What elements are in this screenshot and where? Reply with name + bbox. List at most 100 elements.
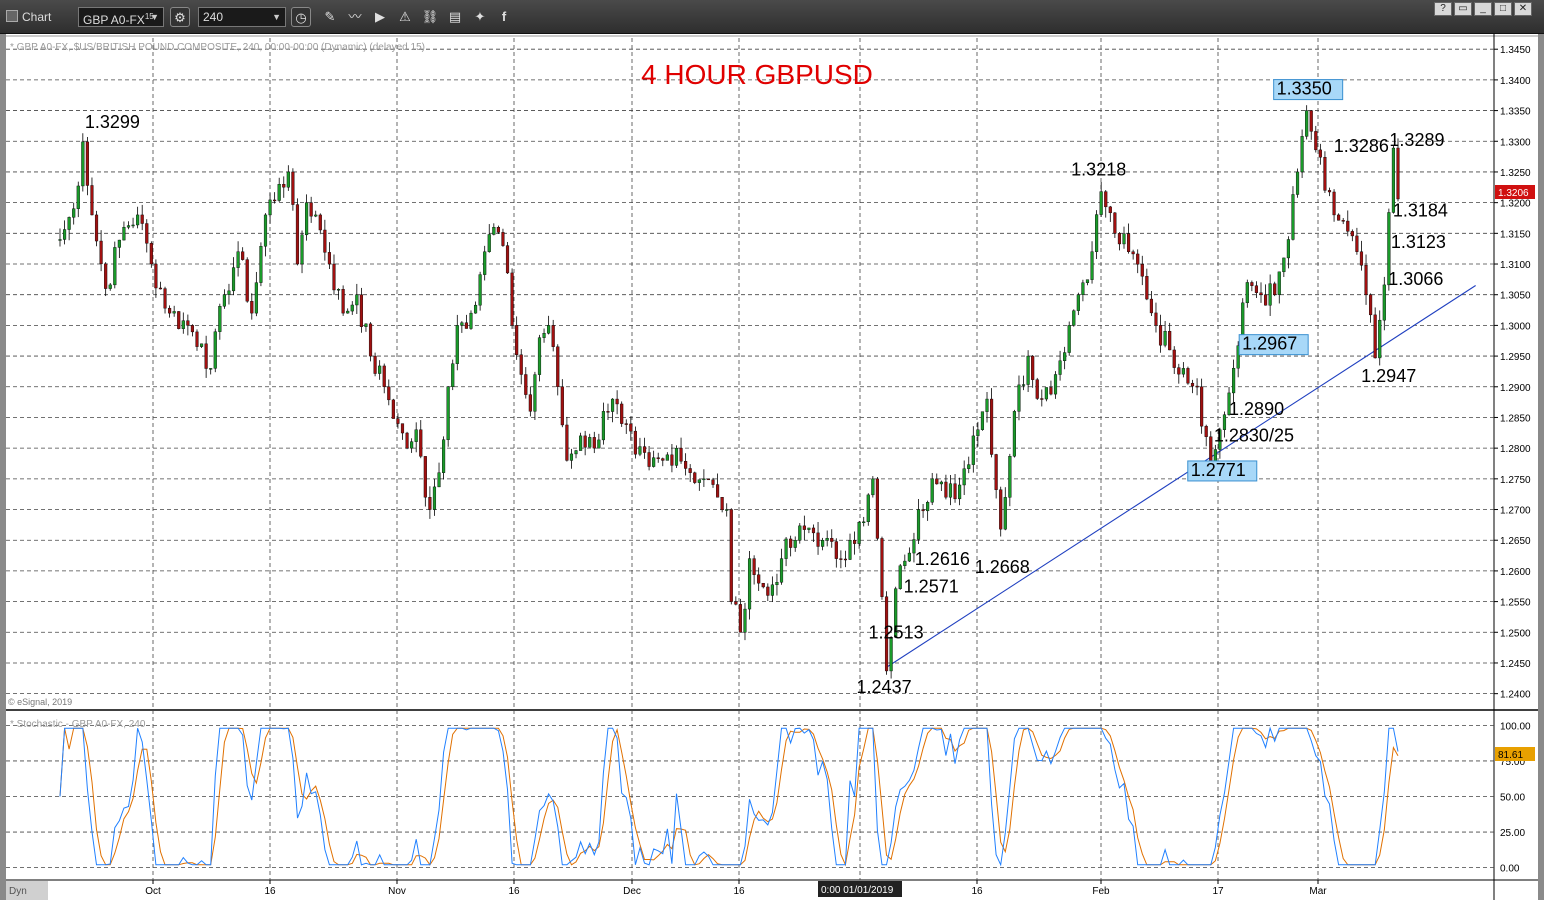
candle-body [218,306,222,332]
close-button[interactable]: ✕ [1514,2,1532,16]
price-level-label: 1.3184 [1393,200,1448,220]
candle-body [779,558,784,583]
chart-window-icon [6,10,18,22]
alert-icon[interactable]: ⚠ [395,7,415,27]
interval-selector[interactable]: 240 ▼ [198,7,286,27]
candle-body [953,483,957,500]
candle-body [496,226,500,233]
candle-body [926,502,930,512]
price-tick-label: 1.3400 [1500,76,1531,87]
candle-body [355,294,359,306]
candle-body [149,243,153,265]
pencil-icon[interactable]: ✎ [320,7,340,27]
candle-body [542,333,546,338]
candle-body [674,447,679,466]
facebook-icon[interactable]: f [494,7,514,27]
candle-body [1273,283,1277,295]
candle-body [1145,276,1149,300]
candle-body [811,527,816,534]
price-tick-label: 1.2600 [1500,567,1531,578]
price-tick-label: 1.2650 [1500,536,1531,547]
candle-body [510,272,514,326]
candle-body [341,289,345,314]
candle-body [455,325,459,364]
link-icon[interactable]: ⛓ [420,7,440,27]
candle-body [117,239,121,248]
symbol-value: GBP A0-FX [83,13,145,27]
candle-body [1323,157,1327,191]
chart-toolbar: Chart GBP A0-FX15 ▼ ⚙ 240 ▼ ◷ ✎ 〰 ▶ ⚠ ⛓ … [0,0,1544,34]
candle-body [843,558,848,561]
price-level-label: 1.2616 [915,549,970,569]
maximize-button[interactable]: □ [1494,2,1512,16]
price-level-label: 1.2571 [904,577,959,597]
price-tick-label: 1.2750 [1500,475,1531,486]
candle-body [168,307,172,314]
candle-body [1104,191,1108,208]
twitter-icon[interactable]: ✦ [470,7,490,27]
candle-body [761,582,765,588]
line-draw-icon[interactable]: 〰 [345,7,365,27]
candle-body [1259,292,1263,295]
time-tick-label: 16 [733,886,745,897]
stochastic-value: 81.61 [1498,750,1523,761]
candle-body [747,558,752,610]
stochastic-tick-label: 0.00 [1500,864,1520,875]
candle-body [738,604,742,633]
candle-body [378,365,382,374]
play-icon[interactable]: ▶ [370,7,390,27]
candle-body [350,304,354,312]
price-tick-label: 1.3200 [1500,199,1531,210]
candle-body [871,478,875,496]
candle-body [990,398,994,455]
price-level-label: 1.3299 [85,112,140,132]
time-tick-label: 16 [264,886,276,897]
candle-body [528,394,532,412]
price-tick-label: 1.3450 [1500,45,1531,56]
price-tick-label: 1.2400 [1500,690,1531,701]
candle-body [1044,387,1048,400]
candle-body [1181,368,1185,375]
time-tick-label: Nov [388,886,406,897]
help-button[interactable]: ? [1434,2,1452,16]
candle-body [821,540,825,547]
symbol-selector[interactable]: GBP A0-FX15 ▼ [78,7,164,27]
candle-body [565,424,569,461]
cursor-time-label: 0:00 01/01/2019 [821,885,894,896]
candle-body [309,202,313,217]
comment-icon[interactable]: ▤ [445,7,465,27]
clock-icon[interactable]: ◷ [291,7,311,27]
candle-body [834,541,838,559]
candle-body [432,486,437,510]
candle-body [158,287,163,290]
candle-body [766,586,770,596]
candle-body [971,435,975,465]
candle-body [1373,314,1377,359]
candle-body [1081,282,1085,295]
candle-body [830,538,834,542]
chart-area[interactable]: 1.3299 1.3218 1.3350 1.3286 1.3289 1.3184 1.31… [0,34,1544,900]
candle-body [1382,284,1386,321]
candle-body [231,267,236,292]
candle-body [775,582,779,586]
settings-gear-icon[interactable]: ⚙ [170,7,190,27]
price-level-label: 1.2967 [1242,334,1297,354]
candle-body [1003,497,1007,530]
candle-body [263,214,268,247]
price-tick-label: 1.2800 [1500,444,1531,455]
candle-body [1250,282,1254,286]
minimize-button[interactable]: _ [1474,2,1492,16]
candle-body [300,234,304,265]
candle-body [679,447,683,462]
candle-body [684,461,688,469]
candle-body [259,246,263,283]
candle-body [903,560,907,566]
candle-body [693,472,697,483]
candle-body [825,538,829,541]
candle-body [492,226,496,235]
candle-body [688,468,692,473]
candle-body [1058,360,1062,375]
detach-button[interactable]: ▭ [1454,2,1472,16]
candle-body [236,251,240,268]
candle-body [647,452,651,467]
